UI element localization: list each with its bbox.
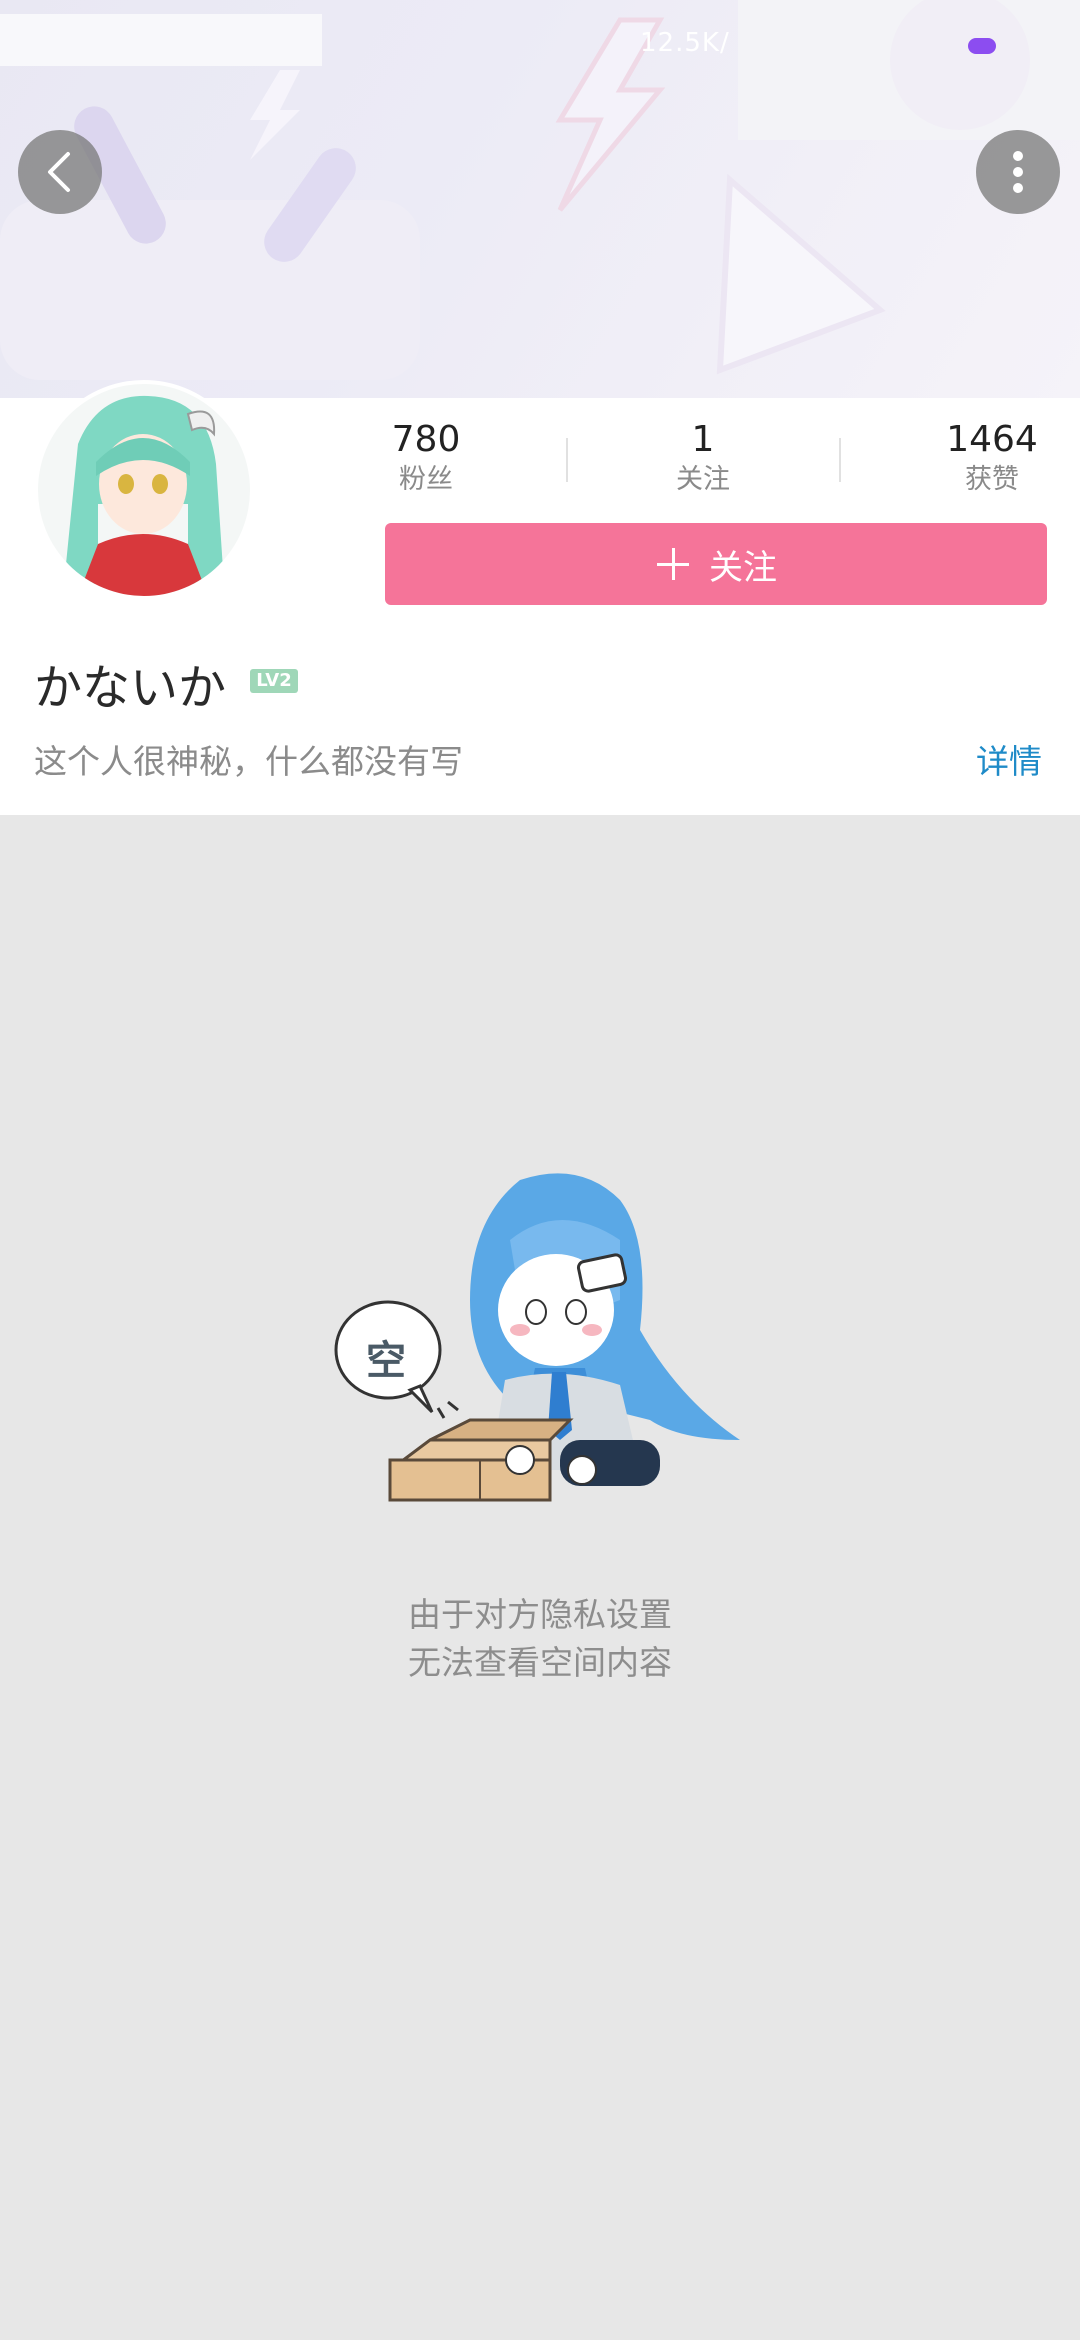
- status-bar-mask: [0, 14, 322, 66]
- back-icon: [48, 152, 70, 192]
- follow-button-label: 关注: [709, 547, 777, 588]
- following-label: 关注: [676, 464, 730, 495]
- status-bar: 12.5K/: [0, 0, 1080, 66]
- empty-bubble-text: 空: [366, 1338, 406, 1384]
- stat-divider: [839, 438, 841, 482]
- level-badge: LV2: [250, 669, 298, 693]
- likes-count: 1464: [946, 419, 1038, 460]
- likes-stat[interactable]: 1464 获赞: [922, 418, 1062, 498]
- empty-state-illustration: 空: [320, 1140, 760, 1600]
- detail-link[interactable]: 详情: [976, 735, 1042, 783]
- follow-button[interactable]: 关注: [385, 523, 1047, 605]
- empty-message-line-1: 由于对方隐私设置: [408, 1595, 672, 1634]
- likes-label: 获赞: [965, 464, 1019, 495]
- empty-message-line-2: 无法查看空间内容: [408, 1643, 672, 1682]
- following-stat[interactable]: 1 关注: [633, 418, 773, 498]
- stat-divider: [566, 438, 568, 482]
- bio-text: 这个人很神秘，什么都没有写: [34, 742, 463, 781]
- more-vertical-icon: [1013, 151, 1023, 193]
- profile-banner: 12.5K/: [0, 0, 1080, 398]
- network-speed: 12.5K/: [640, 28, 730, 58]
- back-button[interactable]: [18, 130, 102, 214]
- battery-icon: [968, 38, 996, 54]
- more-options-button[interactable]: [976, 130, 1060, 214]
- fans-stat[interactable]: 780 粉丝: [356, 418, 496, 498]
- fans-count: 780: [391, 419, 461, 460]
- username: かないか: [34, 660, 227, 716]
- avatar[interactable]: [34, 380, 254, 600]
- plus-icon: [655, 546, 691, 582]
- fans-label: 粉丝: [399, 464, 453, 495]
- profile-card: 780 粉丝 1 关注 1464 获赞 关注 かないか LV2 这个人很神秘，什…: [0, 380, 1080, 815]
- avatar-illustration: [38, 384, 250, 596]
- following-count: 1: [691, 419, 715, 460]
